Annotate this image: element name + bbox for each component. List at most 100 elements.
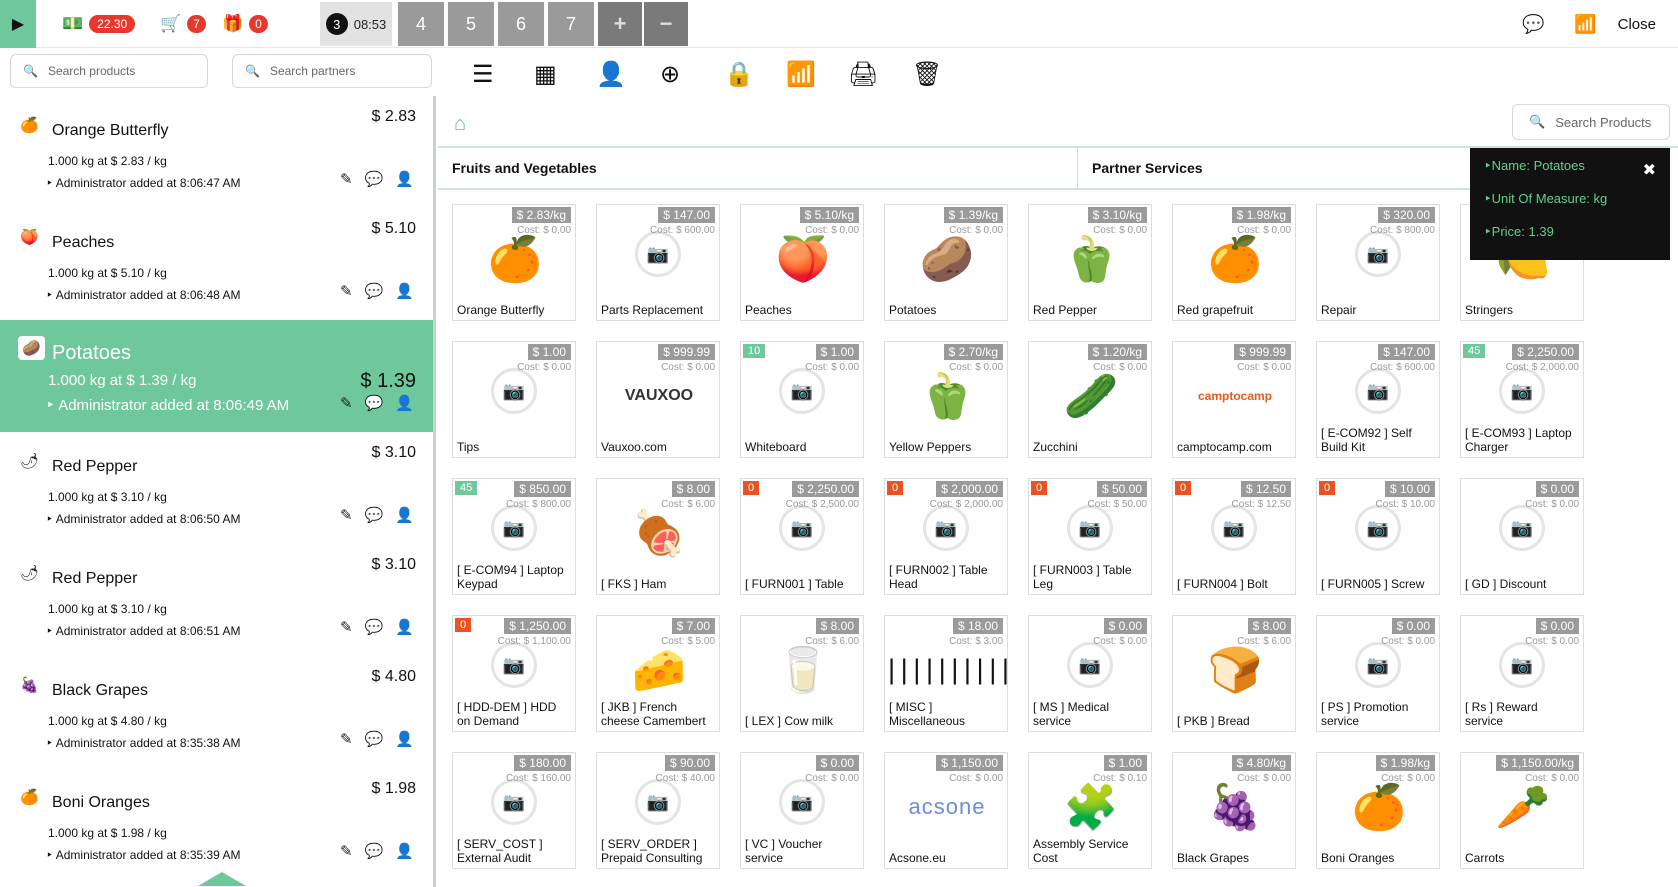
order-tab[interactable]: 7 (548, 2, 594, 46)
edit-icon[interactable]: ✎ (340, 506, 353, 524)
edit-icon[interactable]: ✎ (340, 170, 353, 188)
product-card[interactable]: 🧀 $ 7.00 Cost: $ 5.00 [ JKB ] French cheese… (596, 615, 720, 732)
product-card[interactable]: 📷 $ 12.50 Cost: $ 12.50 0 [ FURN004 ] Bolt (1172, 478, 1296, 595)
cash-control[interactable]: 💵 22.30 (62, 14, 136, 34)
product-card[interactable]: 🥒 $ 1.20/kg Cost: $ 0.00 Zucchini (1028, 341, 1152, 458)
list-view-icon[interactable]: ☰ (472, 60, 494, 89)
category-partner-services[interactable]: Partner Services (1078, 148, 1478, 190)
product-card[interactable]: 📷 $ 180.00 Cost: $ 160.00 [ SERV_COST ] Ext… (452, 752, 576, 869)
product-card[interactable]: 📷 $ 2,250.00 Cost: $ 2,000.00 45 [ E-COM93 ]… (1460, 341, 1584, 458)
edit-icon[interactable]: ✎ (340, 394, 353, 412)
product-card[interactable]: 📷 $ 0.00 Cost: $ 0.00 [ GD ] Discount (1460, 478, 1584, 595)
product-card[interactable]: 📷 $ 1.00 Cost: $ 0.00 10 Whiteboard (740, 341, 864, 458)
product-card[interactable]: 📷 $ 0.00 Cost: $ 0.00 [ PS ] Promotion serv… (1316, 615, 1440, 732)
product-card[interactable]: acsone $ 1,150.00 Cost: $ 0.00 Acsone.eu (884, 752, 1008, 869)
order-line[interactable]: 🍇 Black Grapes $ 4.80 1.000 kg at $ 4.80 / … (0, 656, 433, 768)
assign-user-icon[interactable]: 👤 (395, 842, 414, 860)
comment-icon[interactable]: 💬 (365, 506, 384, 524)
order-line-price: $ 1.39 (360, 370, 416, 392)
chat-icon[interactable]: 💬 (1522, 14, 1544, 35)
scroll-up-arrow-icon[interactable] (198, 872, 246, 886)
comment-icon[interactable]: 💬 (365, 282, 384, 300)
search-products-main-input[interactable]: 🔍 Search Products (1512, 104, 1670, 140)
close-button[interactable]: Close (1618, 16, 1656, 33)
cart-control[interactable]: 🛒 7 (160, 14, 206, 34)
order-line[interactable]: 🥔 Potatoes $ 1.39 1.000 kg at $ 1.39 / kg ‣ … (0, 320, 433, 432)
category-fruits-and-vegetables[interactable]: Fruits and Vegetables (438, 148, 1078, 190)
product-card[interactable]: 📷 $ 850.00 Cost: $ 800.00 45 [ E-COM94 ] Lap… (452, 478, 576, 595)
product-card[interactable]: 🍑 $ 5.10/kg Cost: $ 0.00 Peaches (740, 204, 864, 321)
product-card[interactable]: |||||||||| $ 18.00 Cost: $ 3.00 [ MISC ] Mi… (884, 615, 1008, 732)
lock-icon[interactable]: 🔒 (724, 60, 754, 89)
product-card[interactable]: 📷 $ 147.00 Cost: $ 600.00 Parts Replacement (596, 204, 720, 321)
product-card[interactable]: 🫑 $ 2.70/kg Cost: $ 0.00 Yellow Peppers (884, 341, 1008, 458)
product-card[interactable]: 📷 $ 90.00 Cost: $ 40.00 [ SERV_ORDER ] Prep… (596, 752, 720, 869)
edit-icon[interactable]: ✎ (340, 282, 353, 300)
remove-order-button[interactable]: − (644, 2, 688, 46)
comment-icon[interactable]: 💬 (365, 730, 384, 748)
comment-icon[interactable]: 💬 (365, 170, 384, 188)
product-card[interactable]: 🥕 $ 1,150.00/kg Cost: $ 0.00 Carrots (1460, 752, 1584, 869)
comment-icon[interactable]: 💬 (365, 842, 384, 860)
search-products-input[interactable]: 🔍 Search products (10, 54, 208, 88)
product-card[interactable]: 📷 $ 0.00 Cost: $ 0.00 [ MS ] Medical servic… (1028, 615, 1152, 732)
product-card[interactable]: 🫑 $ 3.10/kg Cost: $ 0.00 Red Pepper (1028, 204, 1152, 321)
product-card[interactable]: 📷 $ 10.00 Cost: $ 10.00 0 [ FURN005 ] Screw (1316, 478, 1440, 595)
menu-toggle-button[interactable]: ▶ (0, 0, 36, 48)
product-card[interactable]: 📷 $ 0.00 Cost: $ 0.00 [ Rs ] Reward service (1460, 615, 1584, 732)
product-card[interactable]: 🥛 $ 8.00 Cost: $ 6.00 [ LEX ] Cow milk (740, 615, 864, 732)
assign-user-icon[interactable]: 👤 (395, 506, 414, 524)
comment-icon[interactable]: 💬 (365, 394, 384, 412)
product-card[interactable]: 🥔 $ 1.39/kg Cost: $ 0.00 Potatoes (884, 204, 1008, 321)
assign-user-icon[interactable]: 👤 (395, 170, 414, 188)
assign-user-icon[interactable]: 👤 (395, 394, 414, 412)
add-user-icon[interactable]: 👤 (596, 60, 626, 89)
print-icon[interactable]: 🖨 (848, 60, 878, 89)
product-card[interactable]: 🍊 $ 1.98/kg Cost: $ 0.00 Boni Oranges (1316, 752, 1440, 869)
product-card[interactable]: 📷 $ 0.00 Cost: $ 0.00 [ VC ] Voucher servic… (740, 752, 864, 869)
order-tab[interactable]: 4 (398, 2, 444, 46)
product-card[interactable]: 🍖 $ 8.00 Cost: $ 6.00 [ FKS ] Ham (596, 478, 720, 595)
order-line[interactable]: 🌶 Red Pepper $ 3.10 1.000 kg at $ 3.10 / kg… (0, 544, 433, 656)
order-line[interactable]: 🍑 Peaches $ 5.10 1.000 kg at $ 5.10 / kg ‣ A… (0, 208, 433, 320)
assign-user-icon[interactable]: 👤 (395, 618, 414, 636)
product-card[interactable]: 🍊 $ 2.83/kg Cost: $ 0.00 Orange Butterfly (452, 204, 576, 321)
product-card[interactable]: 📷 $ 50.00 Cost: $ 50.00 0 [ FURN003 ] Table … (1028, 478, 1152, 595)
product-card[interactable]: 📷 $ 147.00 Cost: $ 600.00 [ E-COM92 ] Self … (1316, 341, 1440, 458)
active-order-tab[interactable]: 3 08:53 (320, 2, 392, 46)
order-tab[interactable]: 5 (448, 2, 494, 46)
product-card[interactable]: 📷 $ 320.00 Cost: $ 800.00 Repair (1316, 204, 1440, 321)
assign-user-icon[interactable]: 👤 (395, 282, 414, 300)
edit-icon[interactable]: ✎ (340, 842, 353, 860)
close-icon[interactable]: ✖ (1643, 160, 1656, 180)
product-name: Boni Oranges (1321, 851, 1395, 865)
product-card[interactable]: 📷 $ 1,250.00 Cost: $ 1,100.00 0 [ HDD-DEM ] … (452, 615, 576, 732)
trash-icon[interactable]: 🗑 (912, 60, 942, 89)
order-line[interactable]: 🌶 Red Pepper $ 3.10 1.000 kg at $ 3.10 / kg… (0, 432, 433, 544)
edit-icon[interactable]: ✎ (340, 618, 353, 636)
grid-view-icon[interactable]: ▦ (534, 60, 557, 89)
product-card[interactable]: 📷 $ 2,250.00 Cost: $ 2,500.00 0 [ FURN001 ] … (740, 478, 864, 595)
order-line[interactable]: 🍊 Boni Oranges $ 1.98 1.000 kg at $ 1.98 / … (0, 768, 433, 880)
product-price-tag: $ 850.00 (514, 481, 571, 497)
product-card[interactable]: VAUXOO $ 999.99 Cost: $ 0.00 Vauxoo.com (596, 341, 720, 458)
product-card[interactable]: 🍞 $ 8.00 Cost: $ 6.00 [ PKB ] Bread (1172, 615, 1296, 732)
edit-icon[interactable]: ✎ (340, 730, 353, 748)
assign-user-icon[interactable]: 👤 (395, 730, 414, 748)
comment-icon[interactable]: 💬 (365, 618, 384, 636)
product-card[interactable]: 🧩 $ 1.00 Cost: $ 0.10 Assembly Service Cost (1028, 752, 1152, 869)
search-partners-input[interactable]: 🔍 Search partners (232, 54, 432, 88)
signal-icon[interactable]: 📶 (786, 60, 816, 89)
gift-control[interactable]: 🎁 0 (222, 14, 268, 34)
product-card[interactable]: 📷 $ 1.00 Cost: $ 0.00 Tips (452, 341, 576, 458)
product-card[interactable]: camptocamp $ 999.99 Cost: $ 0.00 camptocamp… (1172, 341, 1296, 458)
product-card[interactable]: 🍇 $ 4.80/kg Cost: $ 0.00 Black Grapes (1172, 752, 1296, 869)
add-circle-icon[interactable]: ⊕ (660, 60, 680, 89)
wifi-icon[interactable]: 📶 (1574, 14, 1596, 35)
product-card[interactable]: 🍊 $ 1.98/kg Cost: $ 0.00 Red grapefruit (1172, 204, 1296, 321)
order-line[interactable]: 🍊 Orange Butterfly $ 2.83 1.000 kg at $ 2.8… (0, 96, 433, 208)
add-order-button[interactable]: + (598, 2, 642, 46)
product-card[interactable]: 📷 $ 2,000.00 Cost: $ 2,000.00 0 [ FURN002 ] … (884, 478, 1008, 595)
order-tab[interactable]: 6 (498, 2, 544, 46)
home-icon[interactable]: ⌂ (454, 113, 466, 136)
